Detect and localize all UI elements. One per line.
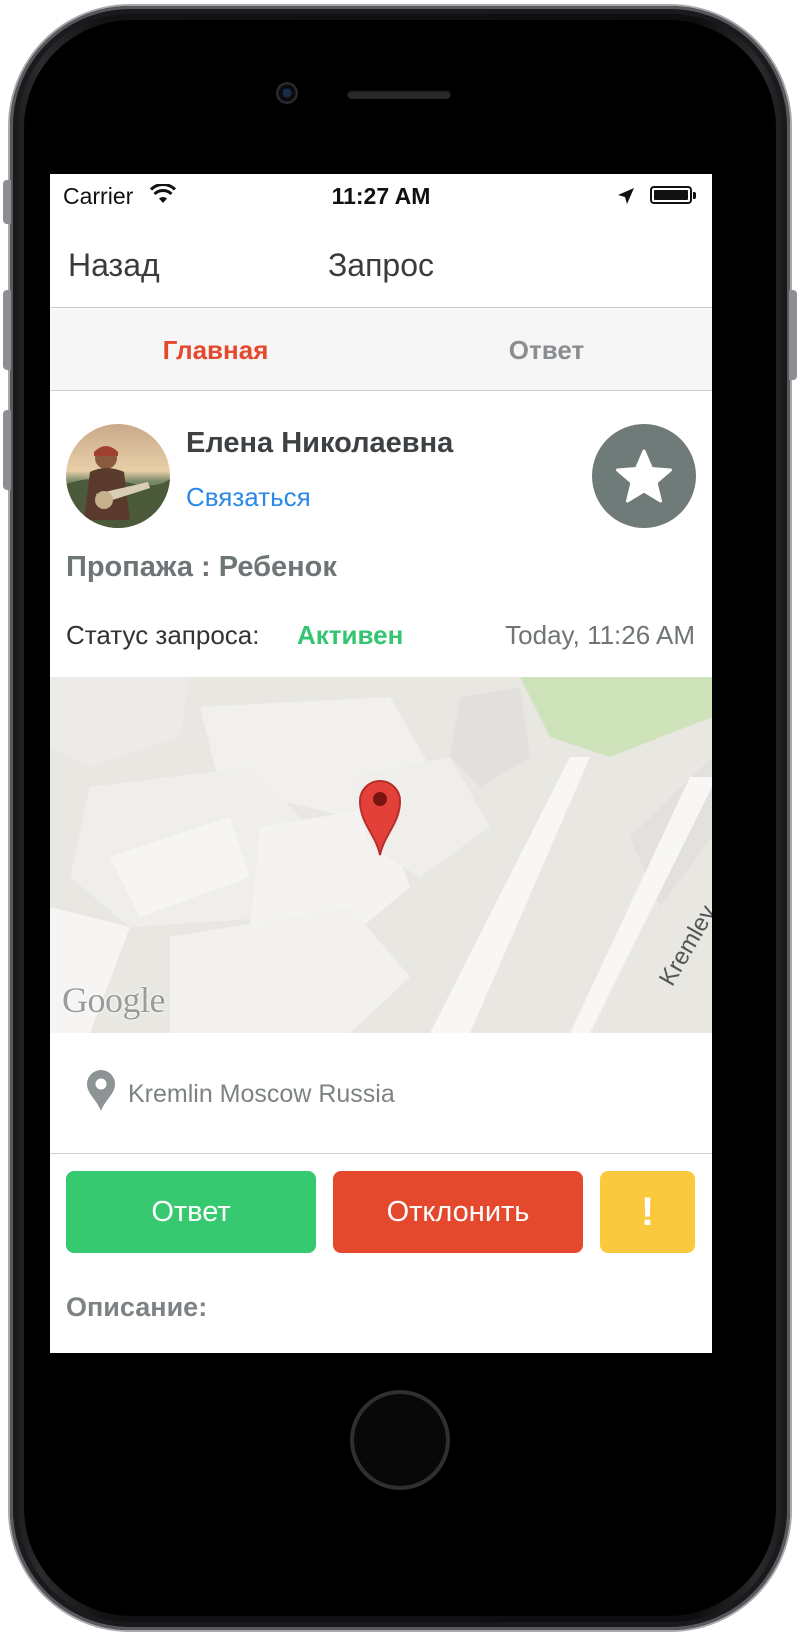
tab-main[interactable]: Главная (50, 335, 381, 366)
status-label: Статус запроса: (66, 620, 260, 650)
avatar (66, 424, 170, 528)
tab-answer[interactable]: Ответ (381, 335, 712, 366)
status-bar: Carrier 11:27 AM (50, 174, 712, 218)
screen: Carrier 11:27 AM Назад Запрос Главная От… (50, 174, 712, 1353)
user-name: Елена Николаевна (186, 427, 454, 459)
power-button (789, 290, 797, 380)
navigation-bar: Назад Запрос (50, 218, 712, 308)
address-text: Kremlin Moscow Russia (128, 1080, 395, 1108)
earpiece-speaker (347, 90, 451, 99)
location-arrow-icon (618, 188, 634, 204)
request-timestamp: Today, 11:26 AM (505, 620, 695, 650)
clock: 11:27 AM (331, 183, 431, 209)
star-icon (616, 449, 672, 503)
map-view[interactable]: Google Kremlev (50, 677, 712, 1033)
segmented-tabs: Главная Ответ (50, 309, 712, 391)
map-marker-icon[interactable] (358, 777, 402, 857)
address-row: Kremlin Moscow Russia (50, 1034, 712, 1154)
contact-link[interactable]: Связаться (186, 482, 311, 513)
battery-tip (693, 192, 696, 199)
front-camera (276, 82, 298, 104)
map-attribution-logo: Google (62, 980, 165, 1020)
favorite-button[interactable] (592, 424, 696, 528)
volume-up-button (3, 290, 11, 370)
map-pin-icon (87, 1070, 115, 1111)
battery-icon (650, 186, 692, 204)
home-button[interactable] (350, 1390, 450, 1490)
report-button[interactable]: ! (600, 1171, 695, 1253)
loss-type: Пропажа : Ребенок (66, 551, 337, 583)
status-badge: Активен (297, 620, 404, 650)
volume-down-button (3, 410, 11, 490)
answer-button[interactable]: Ответ (66, 1171, 316, 1253)
decline-button[interactable]: Отклонить (333, 1171, 583, 1253)
page-title: Запрос (327, 247, 435, 283)
mute-switch (3, 180, 11, 224)
description-label: Описание: (66, 1292, 208, 1322)
